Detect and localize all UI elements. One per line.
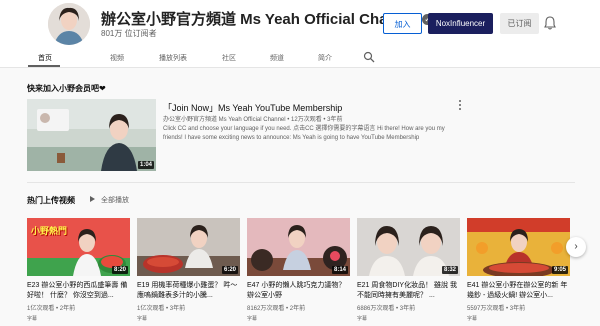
video-duration: 9:05 <box>551 266 568 274</box>
channel-header: 辦公室小野官方頻道 Ms Yeah Official Channel✓ 801万… <box>0 0 600 48</box>
cc-badge: 字幕 <box>467 316 478 322</box>
video-card[interactable]: 小野熱門 8:20 E23 辦公室小野的西瓜盛筆壽 備好啦！ 什麼？ 你沒空到過… <box>27 218 130 322</box>
featured-duration: 1:04 <box>137 161 154 169</box>
bell-icon[interactable] <box>544 16 556 30</box>
video-duration: 6:20 <box>221 266 238 274</box>
play-icon <box>90 196 95 202</box>
video-thumbnail[interactable]: 8:32 <box>357 218 460 276</box>
cc-badge: 字幕 <box>247 316 258 322</box>
video-thumbnail[interactable]: 8:14 <box>247 218 350 276</box>
video-meta: 8162万次观看 • 2年前 <box>247 306 306 312</box>
video-thumbnail[interactable]: 9:05 <box>467 218 570 276</box>
cc-badge: 字幕 <box>137 316 148 322</box>
section-divider <box>27 182 575 183</box>
channel-name-text: 辦公室小野官方頻道 Ms Yeah Official Channel <box>101 11 419 28</box>
active-tab-indicator <box>28 65 60 67</box>
video-thumbnail[interactable]: 小野熱門 8:20 <box>27 218 130 276</box>
video-card[interactable]: 8:32 E21 周食物DIY化妝品！ 雖說 我不能同時擁有美麗呢？ ... 6… <box>357 218 460 322</box>
video-meta: 1亿次观看 • 2年前 <box>27 306 76 312</box>
video-card[interactable]: 6:20 E19 用機率荷種爆小雞蛋？ 吽～應嗚鍋難表多汁的小騰... 1亿次观… <box>137 218 240 322</box>
featured-video-title[interactable]: 「Join Now」Ms Yeah YouTube Membership <box>163 101 342 114</box>
video-card[interactable]: 8:14 E47 小野的懶人跳巧克力議物？ 辦公室小野 8162万次观看 • 2… <box>247 218 350 322</box>
tab-playlists[interactable]: 播放列表 <box>159 53 187 63</box>
channel-avatar[interactable] <box>48 3 90 45</box>
video-duration: 8:20 <box>111 266 128 274</box>
more-options-icon[interactable] <box>457 99 463 111</box>
tab-home[interactable]: 首页 <box>38 53 52 63</box>
video-duration: 8:14 <box>331 266 348 274</box>
tab-channels[interactable]: 频道 <box>270 53 284 63</box>
video-title[interactable]: E23 辦公室小野的西瓜盛筆壽 備好啦！ 什麼？ 你沒空到過... <box>27 281 130 301</box>
featured-video-description: Click CC and choose your language if you… <box>163 126 445 141</box>
video-meta: 1亿次观看 • 3年前 <box>137 306 186 312</box>
search-icon[interactable] <box>363 51 375 63</box>
video-meta: 5597万次观看 • 3年前 <box>467 306 526 312</box>
featured-video-thumbnail[interactable]: 1:04 <box>27 99 156 171</box>
video-thumbnail[interactable]: 6:20 <box>137 218 240 276</box>
noxinfluencer-button[interactable]: NoxInfluencer <box>428 13 493 34</box>
cc-badge: 字幕 <box>27 316 38 322</box>
play-all-button[interactable]: 全部播放 <box>90 195 129 205</box>
video-title[interactable]: E21 周食物DIY化妝品！ 雖說 我不能同時擁有美麗呢？ ... <box>357 281 460 301</box>
video-title[interactable]: E19 用機率荷種爆小雞蛋？ 吽～應嗚鍋難表多汁的小騰... <box>137 281 240 301</box>
video-duration: 8:32 <box>441 266 458 274</box>
featured-section-title: 快来加入小野会员吧❤ <box>27 84 106 93</box>
subscribed-button[interactable]: 已订阅 <box>500 13 539 34</box>
join-button[interactable]: 加入 <box>383 13 422 34</box>
thumbnail-overlay-text: 小野熱門 <box>31 226 68 236</box>
featured-video-meta: 办公室小野官方頻道 Ms Yeah Official Channel • 12万… <box>163 117 343 123</box>
subscriber-count: 801万 位订阅者 <box>101 29 157 38</box>
uploads-section-title: 热门上传视频 <box>27 196 75 205</box>
video-title[interactable]: E47 小野的懶人跳巧克力議物？ 辦公室小野 <box>247 281 350 301</box>
tab-videos[interactable]: 视频 <box>110 53 124 63</box>
video-meta: 6886万次观看 • 3年前 <box>357 306 416 312</box>
next-arrow-button[interactable]: › <box>566 237 586 257</box>
tab-community[interactable]: 社区 <box>222 53 236 63</box>
play-all-label: 全部播放 <box>101 197 129 204</box>
video-title[interactable]: E41 辦公室小野在辦公室的新 年幾鈔 - 過級火鍋! 辦公室小... <box>467 281 570 301</box>
tab-about[interactable]: 简介 <box>318 53 332 63</box>
cc-badge: 字幕 <box>357 316 368 322</box>
channel-tabs: 首页 视频 播放列表 社区 频道 简介 <box>0 48 600 68</box>
video-card[interactable]: 9:05 E41 辦公室小野在辦公室的新 年幾鈔 - 過級火鍋! 辦公室小...… <box>467 218 570 322</box>
